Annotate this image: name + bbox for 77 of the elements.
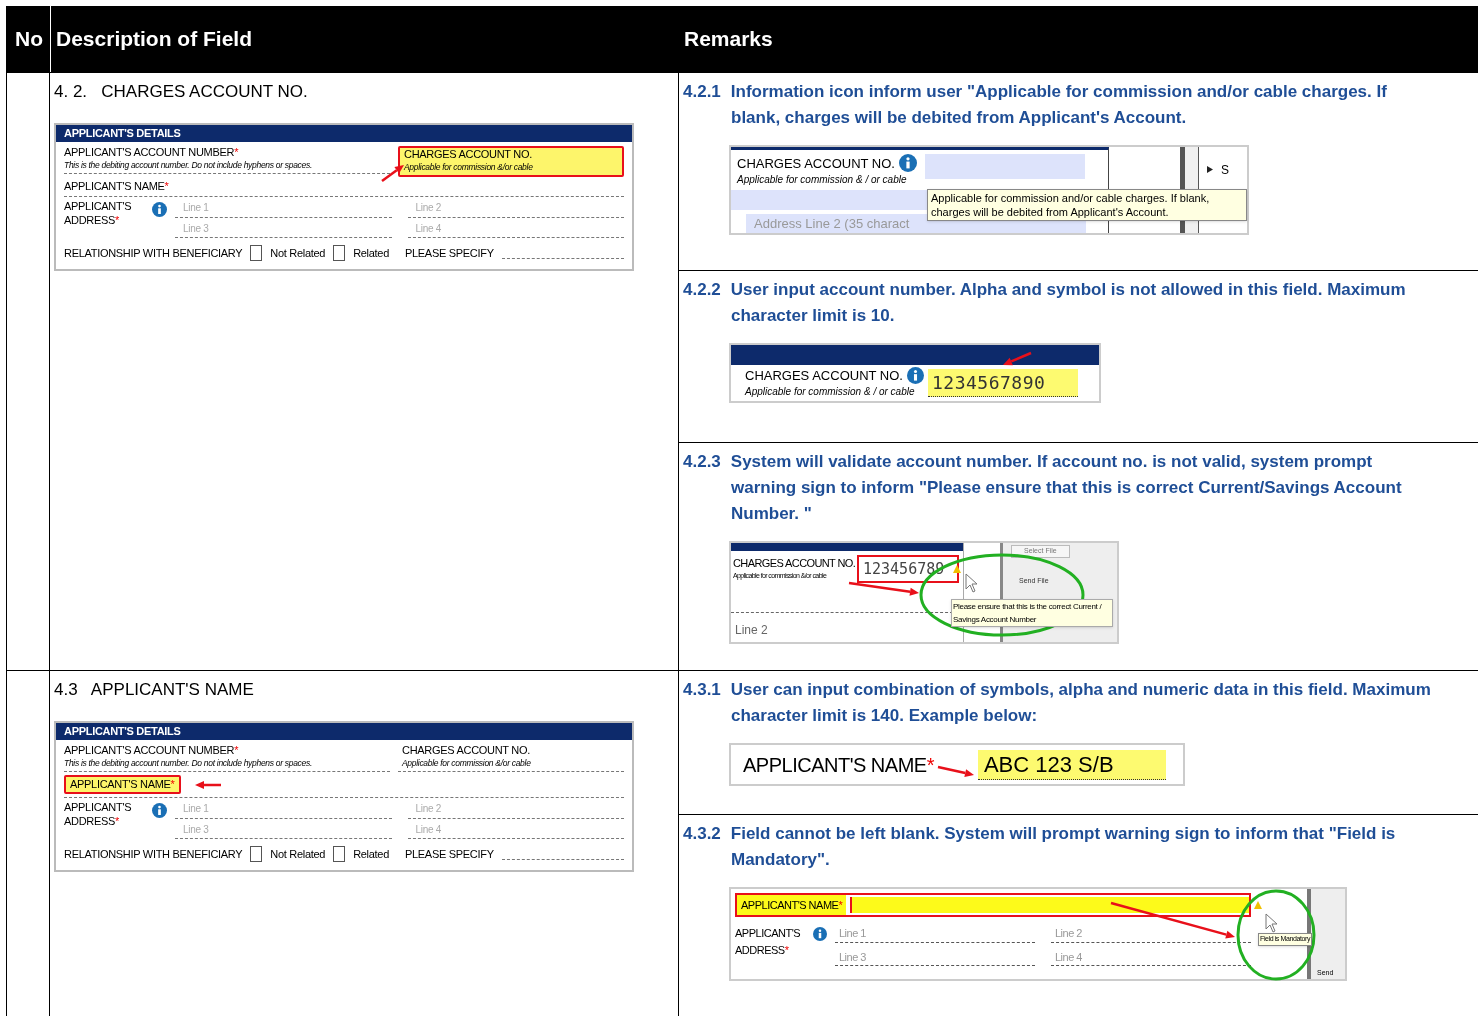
- input-field[interactable]: [850, 897, 1249, 913]
- input-field[interactable]: Line 3: [835, 948, 1035, 966]
- field-label: ADDRESS*: [64, 214, 121, 228]
- field-label: CHARGES ACCOUNT NO.: [404, 148, 533, 162]
- info-icon: [152, 202, 167, 218]
- input-field[interactable]: [924, 154, 1085, 179]
- input-field[interactable]: Line 1: [175, 200, 392, 218]
- link[interactable]: S: [1221, 160, 1229, 179]
- field-label: RELATIONSHIP WITH BENEFICIARY: [64, 847, 243, 862]
- field-label: CHARGES ACCOUNT NO.: [737, 156, 895, 170]
- field-label: APPLICANT'S: [64, 801, 133, 816]
- info-icon: [898, 154, 917, 172]
- option-label: Related: [353, 847, 389, 862]
- field-hint: This is the debiting account number. Do not include hyphens or spaces.: [64, 758, 313, 769]
- warning-icon: [1254, 901, 1262, 909]
- field-label: CHARGES ACCOUNT NO.: [402, 744, 531, 758]
- checkbox[interactable]: [250, 245, 263, 262]
- option-label: Related: [353, 246, 389, 261]
- field-label: ADDRESS*: [735, 942, 790, 958]
- cursor-icon: [1265, 913, 1279, 933]
- field-hint: Applicable for commission & / or cable: [745, 385, 916, 399]
- field-label: APPLICANT'S NAME*: [743, 752, 934, 778]
- checkbox[interactable]: [333, 846, 346, 863]
- info-icon: [152, 803, 167, 819]
- input-field[interactable]: ABC 123 S/B: [977, 749, 1166, 780]
- field-label: APPLICANT'S NAME*: [64, 179, 169, 194]
- field-label: PLEASE SPECIFY: [404, 246, 494, 261]
- option-label: Not Related: [270, 246, 326, 261]
- field-label: APPLICANT'S NAME*: [64, 774, 181, 795]
- column-header: Remarks: [683, 26, 774, 53]
- field-label: CHARGES ACCOUNT NO.: [745, 369, 903, 382]
- input-field[interactable]: Line 2: [407, 801, 624, 819]
- input-field[interactable]: Line 2: [407, 200, 624, 218]
- cursor-icon: [965, 573, 979, 593]
- tooltip: Please ensure that this is the correct Current / Savings Account Number: [951, 599, 1113, 627]
- input-field[interactable]: 1234567890: [927, 369, 1078, 397]
- section-title: 4. 2. CHARGES ACCOUNT NO.: [54, 81, 309, 103]
- field-label: CHARGES ACCOUNT NO.: [733, 557, 853, 571]
- field-label: ADDRESS*: [64, 815, 121, 829]
- column-header: No: [14, 26, 44, 53]
- field-label: APPLICANT'S ACCOUNT NUMBER*: [64, 146, 240, 160]
- input-field[interactable]: Line 1: [835, 925, 1035, 943]
- input-field[interactable]: Line 3: [175, 220, 392, 239]
- tooltip: Applicable for commission and/or cable charges. If blank, charges will be debited from Applicant's Account.: [927, 189, 1247, 221]
- info-icon: [813, 927, 827, 941]
- field-label: RELATIONSHIP WITH BENEFICIARY: [64, 246, 243, 261]
- input-field[interactable]: Line 1: [175, 801, 392, 819]
- input-field[interactable]: Line 4: [407, 220, 624, 239]
- charges-field[interactable]: CHARGES ACCOUNT NO. Applicable for commission &/or cable: [398, 744, 624, 772]
- field-label: PLEASE SPECIFY: [404, 847, 494, 862]
- remark-text: 4.3.2 Field cannot be left blank. System will prompt warning sign to inform that "Field is Mandatory".: [683, 823, 1397, 871]
- field-label: APPLICANT'S: [735, 926, 802, 941]
- field-label: APPLICANT'S NAME*: [737, 895, 847, 915]
- field-hint: Applicable for commission &/or cable: [404, 162, 534, 173]
- input-field[interactable]: Line 4: [407, 821, 624, 840]
- input-field[interactable]: Line 3: [175, 821, 392, 840]
- form-header: APPLICANT'S DETAILS: [56, 722, 632, 741]
- remark-text: 4.3.1 User can input combination of symbols, alpha and numeric data in this field. Maximum character limit is 140. Example below:: [683, 679, 1432, 727]
- field-hint: Applicable for commission & / or cable: [737, 173, 908, 187]
- column-header: Description of Field: [50, 6, 679, 72]
- checkbox[interactable]: [250, 846, 263, 863]
- field-label: APPLICANT'S ACCOUNT NUMBER*: [64, 744, 240, 758]
- caret-icon: [1207, 166, 1213, 173]
- checkbox[interactable]: [333, 245, 346, 262]
- remark-text: 4.2.1 Information icon inform user "Applicable for commission and/or cable charges. If blank, charges will be debited from Applicant's Account.: [683, 81, 1388, 129]
- remark-text: 4.2.2 User input account number. Alpha and symbol is not allowed in this field. Maximum character limit is 10.: [683, 279, 1407, 327]
- field-hint: Applicable for commission &/or cable: [402, 758, 532, 769]
- input-field[interactable]: Line 4: [1051, 948, 1251, 966]
- form-header: APPLICANT'S DETAILS: [56, 124, 632, 143]
- info-icon: [906, 367, 924, 384]
- option-label: Not Related: [270, 847, 326, 862]
- remark-text: 4.2.3 System will validate account number. If account no. is not valid, system prompt warning sign to inform "Please ensure that this is correct Current/Savings Account Number. ": [683, 451, 1403, 525]
- field-label: APPLICANT'S: [64, 200, 133, 215]
- charges-field[interactable]: CHARGES ACCOUNT NO. Applicable for commission &/or cable: [398, 146, 624, 177]
- warning-icon: [953, 565, 961, 573]
- field-hint: This is the debiting account number. Do not include hyphens or spaces.: [64, 160, 313, 171]
- section-title: 4.3 APPLICANT'S NAME: [54, 679, 255, 701]
